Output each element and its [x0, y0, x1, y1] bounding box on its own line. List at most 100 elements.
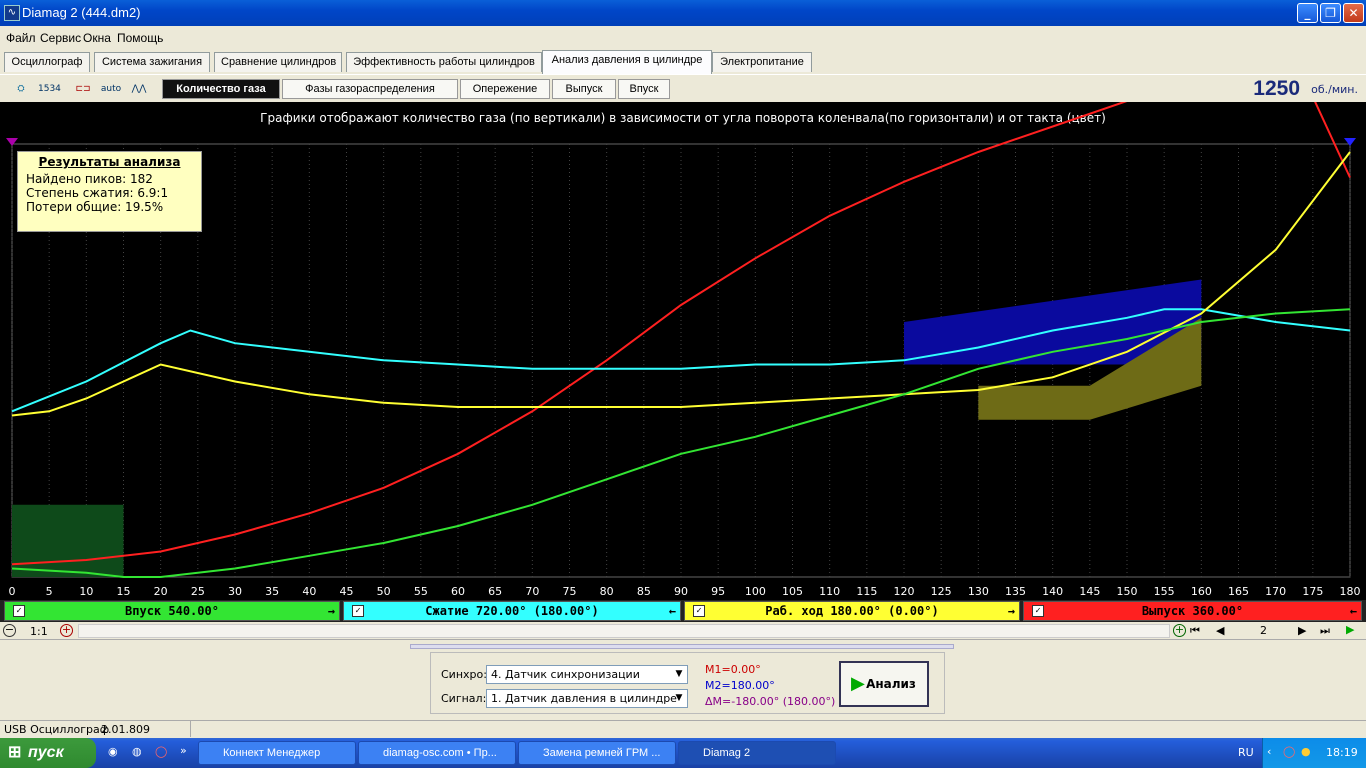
- task-diamag[interactable]: Diamag 2: [678, 741, 836, 765]
- horizontal-scrollbar[interactable]: [78, 624, 1170, 638]
- x-tick-label: 140: [1042, 585, 1063, 598]
- add-icon[interactable]: +: [1173, 624, 1186, 637]
- next-page-icon[interactable]: ▶: [1298, 624, 1306, 637]
- sync-select[interactable]: 4. Датчик синхронизации ▼: [486, 665, 688, 684]
- chevron-down-icon[interactable]: ▼: [671, 690, 687, 707]
- panel-splitter[interactable]: [410, 644, 954, 649]
- more-icon[interactable]: »: [180, 744, 187, 757]
- last-page-icon[interactable]: ⏭: [1320, 624, 1330, 638]
- task-label: Замена ремней ГРМ ...: [543, 747, 661, 759]
- x-tick-label: 155: [1154, 585, 1175, 598]
- subtab-intake[interactable]: Впуск: [618, 79, 670, 99]
- x-tick-label: 70: [525, 585, 539, 598]
- subtab-valve-timing[interactable]: Фазы газораспределения: [282, 79, 458, 99]
- tab-cylinder-compare[interactable]: Сравнение цилиндров: [214, 52, 342, 72]
- x-tick-label: 25: [191, 585, 205, 598]
- close-button[interactable]: ✕: [1343, 3, 1364, 23]
- plot-area[interactable]: Графики отображают количество газа (по в…: [0, 102, 1366, 600]
- status-bar: USB Осциллограф 2.01.809: [0, 720, 1366, 738]
- arrow-right-icon[interactable]: →: [1008, 602, 1015, 620]
- arrow-right-icon[interactable]: →: [328, 602, 335, 620]
- x-tick-label: 145: [1079, 585, 1100, 598]
- x-tick-label: 165: [1228, 585, 1249, 598]
- x-tick-label: 180: [1340, 585, 1361, 598]
- first-page-icon[interactable]: ⏮: [1190, 624, 1200, 638]
- tab-pressure-analysis[interactable]: Анализ давления в цилиндре: [542, 50, 712, 74]
- waveform-tool-icon[interactable]: ⋀⋀: [128, 79, 150, 99]
- page-number[interactable]: 2: [1260, 624, 1267, 637]
- sync-select-value: 4. Датчик синхронизации: [491, 668, 640, 681]
- marker-delta: ΔM=-180.00° (180.00°): [705, 695, 836, 708]
- x-tick-label: 85: [637, 585, 651, 598]
- opera-tray-icon[interactable]: ◯: [1283, 745, 1295, 758]
- tray-arrow-icon[interactable]: ‹: [1267, 745, 1271, 758]
- menu-file[interactable]: Файл: [6, 31, 36, 45]
- tab-oscilloscope[interactable]: Осциллограф: [4, 52, 90, 72]
- tab-ignition[interactable]: Система зажигания: [94, 52, 210, 72]
- x-tick-label: 160: [1191, 585, 1212, 598]
- auto-scale-icon[interactable]: auto: [100, 79, 122, 99]
- gas-amount-chart[interactable]: 0 5 10 15 20 25 30 35 40 45 50 55 60 65 70 75 80 85 90 95 10…: [0, 102, 1366, 600]
- subtab-gas-amount[interactable]: Количество газа: [162, 79, 280, 99]
- stroke-exhaust-label: Выпуск 360.00°: [1141, 604, 1244, 618]
- menu-windows[interactable]: Окна: [83, 31, 111, 45]
- task-document[interactable]: Замена ремней ГРМ ...: [518, 741, 676, 765]
- x-tick-label: 80: [600, 585, 614, 598]
- device-version: 2.01.809: [101, 723, 150, 736]
- cylinder-icon[interactable]: ⛭: [10, 79, 32, 99]
- network-icon[interactable]: ◍: [132, 745, 142, 758]
- markers-icon[interactable]: ⊏⊐: [72, 79, 94, 99]
- marker-m1-triangle: [6, 138, 18, 146]
- stroke-power-checkbox[interactable]: ✓: [693, 605, 705, 617]
- language-indicator[interactable]: RU: [1238, 746, 1254, 759]
- minimize-button[interactable]: _: [1297, 3, 1318, 23]
- menu-service[interactable]: Сервис: [40, 31, 81, 45]
- antivirus-icon[interactable]: ●: [1301, 745, 1311, 758]
- play-icon: ▶: [851, 673, 865, 694]
- stroke-compression-checkbox[interactable]: ✓: [352, 605, 364, 617]
- zoom-out-icon[interactable]: −: [3, 624, 16, 637]
- subtab-advance[interactable]: Опережение: [460, 79, 550, 99]
- task-connect-manager[interactable]: Коннект Менеджер: [198, 741, 356, 765]
- task-label: Коннект Менеджер: [223, 747, 321, 759]
- subtab-exhaust[interactable]: Выпуск: [552, 79, 616, 99]
- zoom-level: 1:1: [30, 625, 48, 638]
- rpm-unit: об./мин.: [1311, 83, 1358, 96]
- task-browser[interactable]: diamag-osc.com • Пр...: [358, 741, 516, 765]
- menu-help[interactable]: Помощь: [117, 31, 163, 45]
- stroke-exhaust[interactable]: ✓ Выпуск 360.00° ←: [1023, 601, 1362, 621]
- chevron-down-icon[interactable]: ▼: [671, 666, 687, 683]
- x-tick-label: 30: [228, 585, 242, 598]
- prev-page-icon[interactable]: ◀: [1216, 624, 1224, 637]
- window-title: Diamag 2 (444.dm2): [22, 5, 141, 20]
- start-label: пуск: [28, 744, 64, 761]
- analyze-button[interactable]: ▶ Анализ: [839, 661, 929, 707]
- zoom-in-icon[interactable]: +: [60, 624, 73, 637]
- signal-select-value: 1. Датчик давления в цилиндре: [491, 692, 677, 705]
- device-name: USB Осциллограф: [4, 723, 110, 736]
- stroke-compression[interactable]: ✓ Сжатие 720.00° (180.00°) ←: [343, 601, 681, 621]
- stroke-power[interactable]: ✓ Раб. ход 180.00° (0.00°) →: [684, 601, 1020, 621]
- maximize-button[interactable]: ❐: [1320, 3, 1341, 23]
- task-label: diamag-osc.com • Пр...: [383, 747, 497, 759]
- sync-label: Синхро:: [441, 668, 487, 681]
- title-bar: ∿ Diamag 2 (444.dm2) _ ❐ ✕: [0, 0, 1366, 26]
- main-tabs: Осциллограф Система зажигания Сравнение …: [0, 50, 1366, 74]
- arrow-left-icon[interactable]: ←: [669, 602, 676, 620]
- arrow-left-icon[interactable]: ←: [1350, 602, 1357, 620]
- play-icon[interactable]: ▶: [1346, 623, 1354, 636]
- chrome-icon[interactable]: ◉: [108, 745, 118, 758]
- nav-bar: − 1:1 + + ⏮ ◀ 2 ▶ ⏭ ▶: [0, 622, 1366, 640]
- start-button[interactable]: ⊞ пуск: [0, 738, 96, 768]
- signal-select[interactable]: 1. Датчик давления в цилиндре ▼: [486, 689, 688, 708]
- stroke-intake-checkbox[interactable]: ✓: [13, 605, 25, 617]
- sync-icon[interactable]: 1534: [38, 79, 61, 99]
- toolbar: ⛭ 1534 ⊏⊐ auto ⋀⋀ Количество газа Фазы г…: [0, 74, 1366, 102]
- menu-bar: Файл Сервис Окна Помощь: [0, 28, 1366, 48]
- stroke-exhaust-checkbox[interactable]: ✓: [1032, 605, 1044, 617]
- tab-cylinder-efficiency[interactable]: Эффективность работы цилиндров: [346, 52, 542, 72]
- stroke-intake[interactable]: ✓ Впуск 540.00° →: [4, 601, 340, 621]
- opera-icon[interactable]: ◯: [155, 745, 167, 758]
- tab-power[interactable]: Электропитание: [712, 52, 812, 72]
- status-divider: [190, 721, 191, 737]
